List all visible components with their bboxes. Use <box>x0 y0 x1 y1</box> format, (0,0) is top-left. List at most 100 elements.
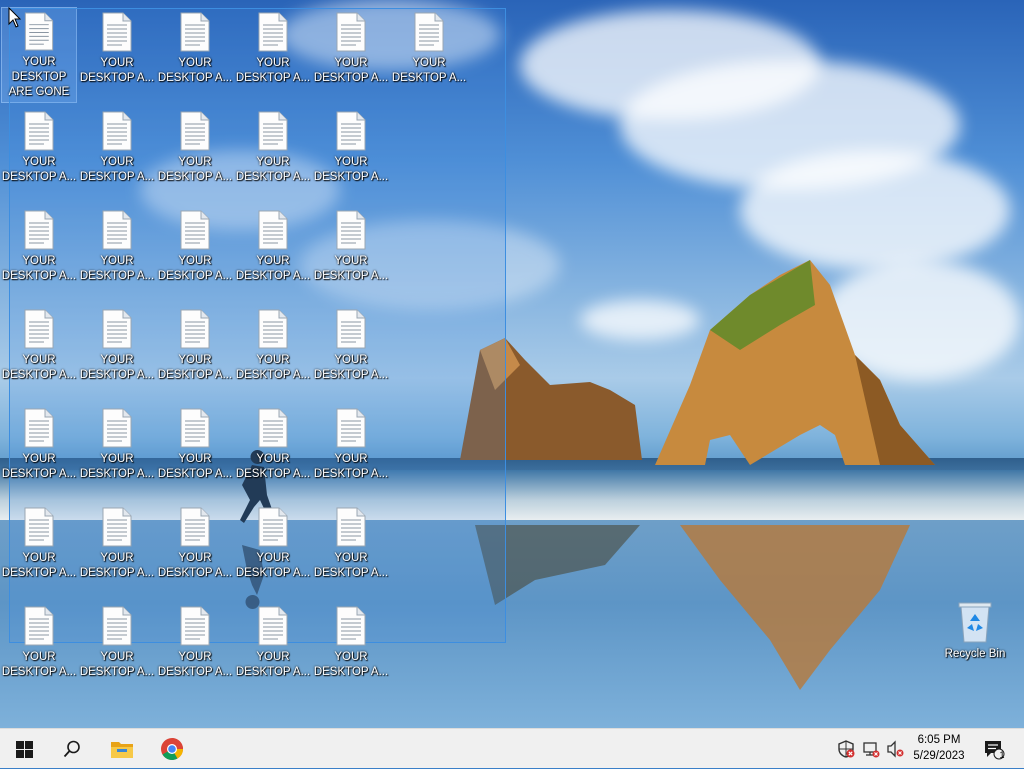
desktop-file-icon[interactable]: YOUR DESKTOP A... <box>0 305 78 397</box>
desktop-file-label: YOUR DESKTOP A... <box>1 552 77 579</box>
desktop-file-label: YOUR DESKTOP A... <box>313 651 389 678</box>
search-icon <box>63 740 80 758</box>
recycle-bin-icon <box>958 602 992 643</box>
text-document-icon <box>102 111 132 151</box>
clock[interactable]: 6:05 PM 5/29/2023 <box>905 732 973 764</box>
desktop-file-label: YOUR DESKTOP A... <box>79 354 155 381</box>
desktop-file-label: YOUR DESKTOP A... <box>157 552 233 579</box>
desktop-file-label: YOUR DESKTOP A... <box>313 354 389 381</box>
desktop-file-label: YOUR DESKTOP A... <box>1 453 77 480</box>
desktop-file-icon[interactable]: YOUR DESKTOP A... <box>312 305 390 397</box>
desktop-file-icon[interactable]: YOUR DESKTOP A... <box>234 107 312 199</box>
desktop-file-icon[interactable]: YOUR DESKTOP A... <box>156 107 234 199</box>
desktop-file-icon[interactable]: YOUR DESKTOP A... <box>234 602 312 694</box>
desktop-file-icon[interactable]: YOUR DESKTOP A... <box>0 206 78 298</box>
desktop-file-icon[interactable]: YOUR DESKTOP A... <box>78 404 156 496</box>
desktop-file-label: YOUR DESKTOP A... <box>313 453 389 480</box>
text-document-icon <box>180 111 210 151</box>
desktop-file-icon[interactable]: YOUR DESKTOP A... <box>234 503 312 595</box>
desktop-file-icon[interactable]: YOUR DESKTOP A... <box>78 503 156 595</box>
text-document-icon <box>336 507 366 547</box>
text-document-icon <box>102 12 132 52</box>
search-button[interactable] <box>48 729 96 769</box>
desktop-file-label: YOUR DESKTOP ARE GONE <box>8 56 70 98</box>
recycle-bin[interactable]: Recycle Bin <box>940 600 1010 670</box>
desktop-file-label: YOUR DESKTOP A... <box>157 255 233 282</box>
desktop-file-icon[interactable]: YOUR DESKTOP A... <box>78 107 156 199</box>
desktop-file-icon[interactable]: YOUR DESKTOP A... <box>234 206 312 298</box>
desktop-file-label: YOUR DESKTOP A... <box>313 552 389 579</box>
desktop-file-label: YOUR DESKTOP A... <box>1 156 77 183</box>
desktop-file-icon[interactable]: YOUR DESKTOP A... <box>78 206 156 298</box>
desktop-file-label: YOUR DESKTOP A... <box>1 255 77 282</box>
windows-logo-icon <box>15 740 33 758</box>
start-button[interactable] <box>0 729 48 769</box>
action-center-button[interactable]: 1 <box>982 739 1006 760</box>
desktop-file-icon[interactable]: YOUR DESKTOP A... <box>156 305 234 397</box>
desktop-file-label: YOUR DESKTOP A... <box>235 354 311 381</box>
text-document-icon <box>258 309 288 349</box>
desktop-file-icon[interactable]: YOUR DESKTOP A... <box>312 602 390 694</box>
text-document-icon <box>336 309 366 349</box>
text-document-icon <box>258 210 288 250</box>
file-explorer-icon <box>111 742 133 758</box>
text-document-icon <box>24 210 54 250</box>
desktop-file-icon[interactable]: YOUR DESKTOP A... <box>312 107 390 199</box>
clock-date: 5/29/2023 <box>913 750 965 762</box>
rock-right <box>655 260 935 465</box>
text-document-icon <box>258 507 288 547</box>
desktop-file-icon[interactable]: YOUR DESKTOP A... <box>390 8 468 100</box>
file-explorer-button[interactable] <box>98 729 146 769</box>
notification-count: 1 <box>999 750 1005 760</box>
desktop-file-icon[interactable]: YOUR DESKTOP A... <box>156 8 234 100</box>
volume-button[interactable] <box>885 739 905 759</box>
text-document-icon <box>24 12 54 51</box>
desktop-file-label: YOUR DESKTOP A... <box>313 255 389 282</box>
desktop-file-icon[interactable]: YOUR DESKTOP A... <box>156 602 234 694</box>
desktop-file-icon[interactable]: YOUR DESKTOP A... <box>78 8 156 100</box>
text-document-icon <box>24 111 54 151</box>
desktop-file-label: YOUR DESKTOP A... <box>157 354 233 381</box>
desktop-file-icon[interactable]: YOUR DESKTOP A... <box>78 305 156 397</box>
text-document-icon <box>414 12 444 52</box>
volume-muted-icon <box>887 740 904 758</box>
text-document-icon <box>258 111 288 151</box>
text-document-icon <box>336 12 366 52</box>
desktop-file-label: YOUR DESKTOP A... <box>79 552 155 579</box>
text-document-icon <box>258 408 288 448</box>
mouse-cursor-icon <box>8 7 22 28</box>
desktop-file-icon[interactable]: YOUR DESKTOP A... <box>156 404 234 496</box>
text-document-icon <box>336 210 366 250</box>
desktop-file-icon[interactable]: YOUR DESKTOP A... <box>78 602 156 694</box>
desktop-file-icon[interactable]: YOUR DESKTOP A... <box>234 305 312 397</box>
security-warning-button[interactable] <box>836 739 856 759</box>
desktop-file-icon[interactable]: YOUR DESKTOP A... <box>0 602 78 694</box>
desktop-file-icon[interactable]: YOUR DESKTOP A... <box>0 107 78 199</box>
desktop-file-label: YOUR DESKTOP A... <box>235 57 311 84</box>
text-document-icon <box>180 606 210 646</box>
desktop-file-icon[interactable]: YOUR DESKTOP A... <box>156 503 234 595</box>
desktop-file-label: YOUR DESKTOP A... <box>79 651 155 678</box>
desktop-file-icon[interactable]: YOUR DESKTOP A... <box>156 206 234 298</box>
desktop-file-icon[interactable]: YOUR DESKTOP A... <box>312 206 390 298</box>
desktop-file-label: YOUR DESKTOP A... <box>391 57 467 84</box>
desktop-file-label: YOUR DESKTOP A... <box>79 57 155 84</box>
desktop-file-icon[interactable]: YOUR DESKTOP A... <box>234 404 312 496</box>
text-document-icon <box>102 606 132 646</box>
desktop-file-icon[interactable]: YOUR DESKTOP A... <box>312 8 390 100</box>
desktop-file-label: YOUR DESKTOP A... <box>235 552 311 579</box>
desktop-file-icon[interactable]: YOUR DESKTOP A... <box>234 8 312 100</box>
clock-time: 6:05 PM <box>917 734 961 746</box>
chrome-button[interactable] <box>148 729 196 769</box>
rock-reflection <box>680 525 910 690</box>
desktop-file-icon[interactable]: YOUR DESKTOP A... <box>312 404 390 496</box>
text-document-icon <box>180 408 210 448</box>
desktop-file-label: YOUR DESKTOP A... <box>79 156 155 183</box>
text-document-icon <box>102 507 132 547</box>
network-button[interactable] <box>861 739 881 759</box>
text-document-icon <box>24 507 54 547</box>
desktop-file-icon[interactable]: YOUR DESKTOP A... <box>0 503 78 595</box>
desktop-file-icon[interactable]: YOUR DESKTOP A... <box>0 404 78 496</box>
desktop-file-label: YOUR DESKTOP A... <box>235 255 311 282</box>
desktop-file-icon[interactable]: YOUR DESKTOP A... <box>312 503 390 595</box>
